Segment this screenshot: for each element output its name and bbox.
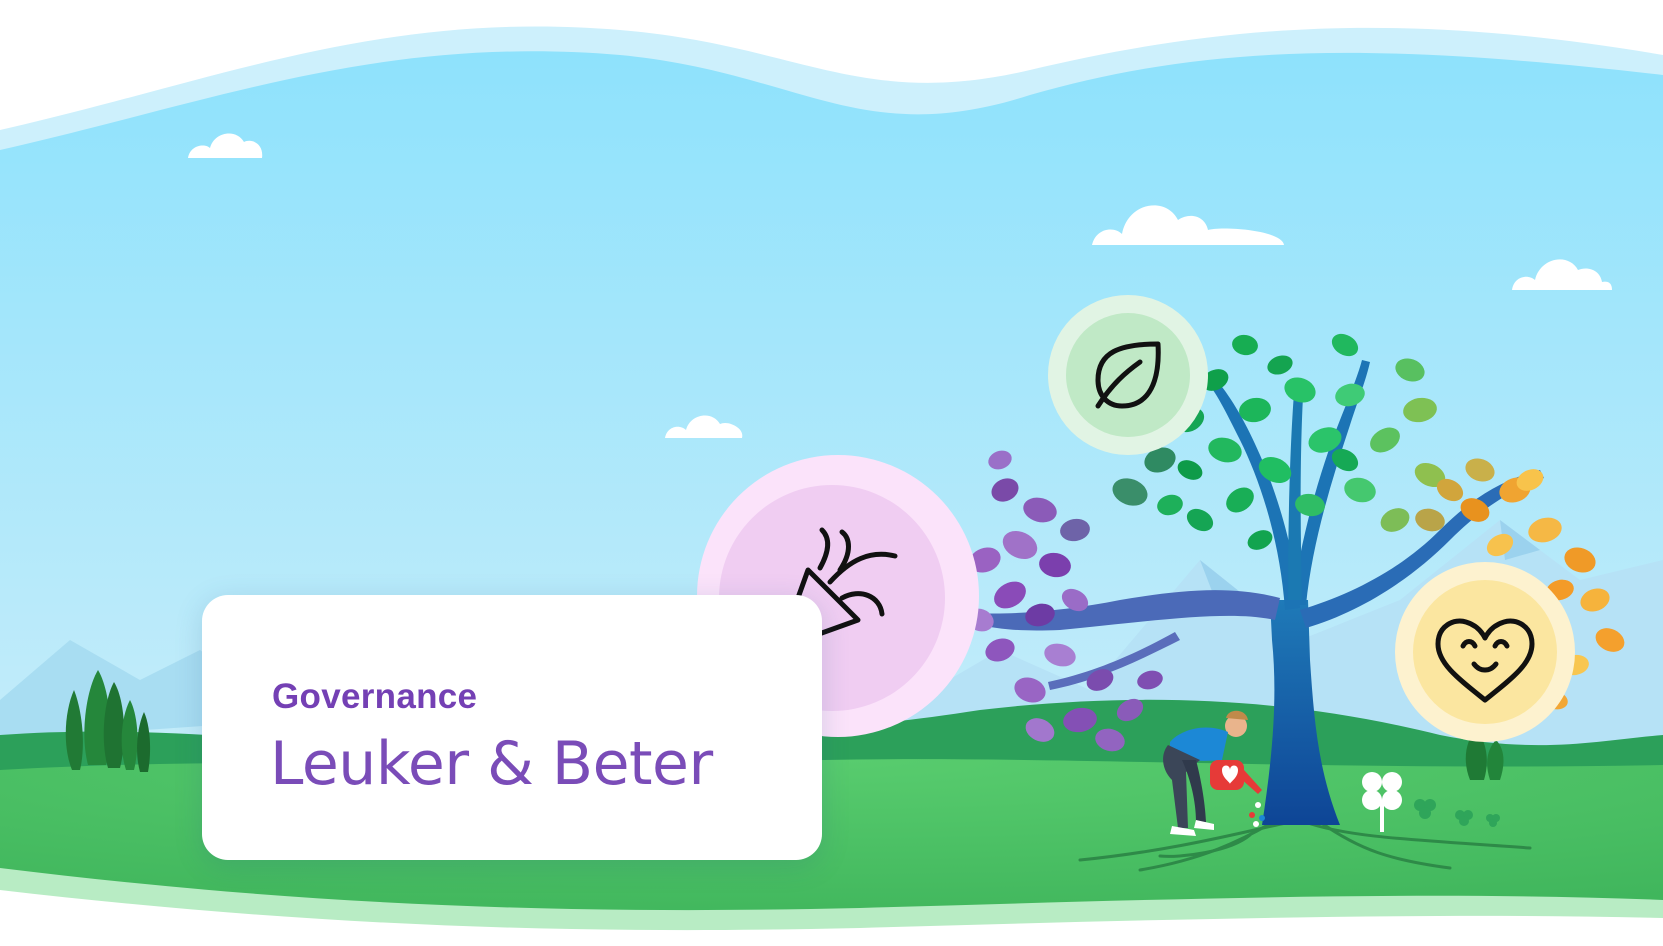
hero-kicker: Governance bbox=[272, 677, 478, 716]
heart-badge bbox=[1395, 562, 1575, 742]
hero-banner: Governance Leuker & Beter bbox=[0, 0, 1663, 946]
leaf-badge bbox=[1048, 295, 1208, 455]
hero-title: Leuker & Beter bbox=[270, 729, 713, 799]
hero-card: Governance Leuker & Beter bbox=[202, 595, 822, 860]
